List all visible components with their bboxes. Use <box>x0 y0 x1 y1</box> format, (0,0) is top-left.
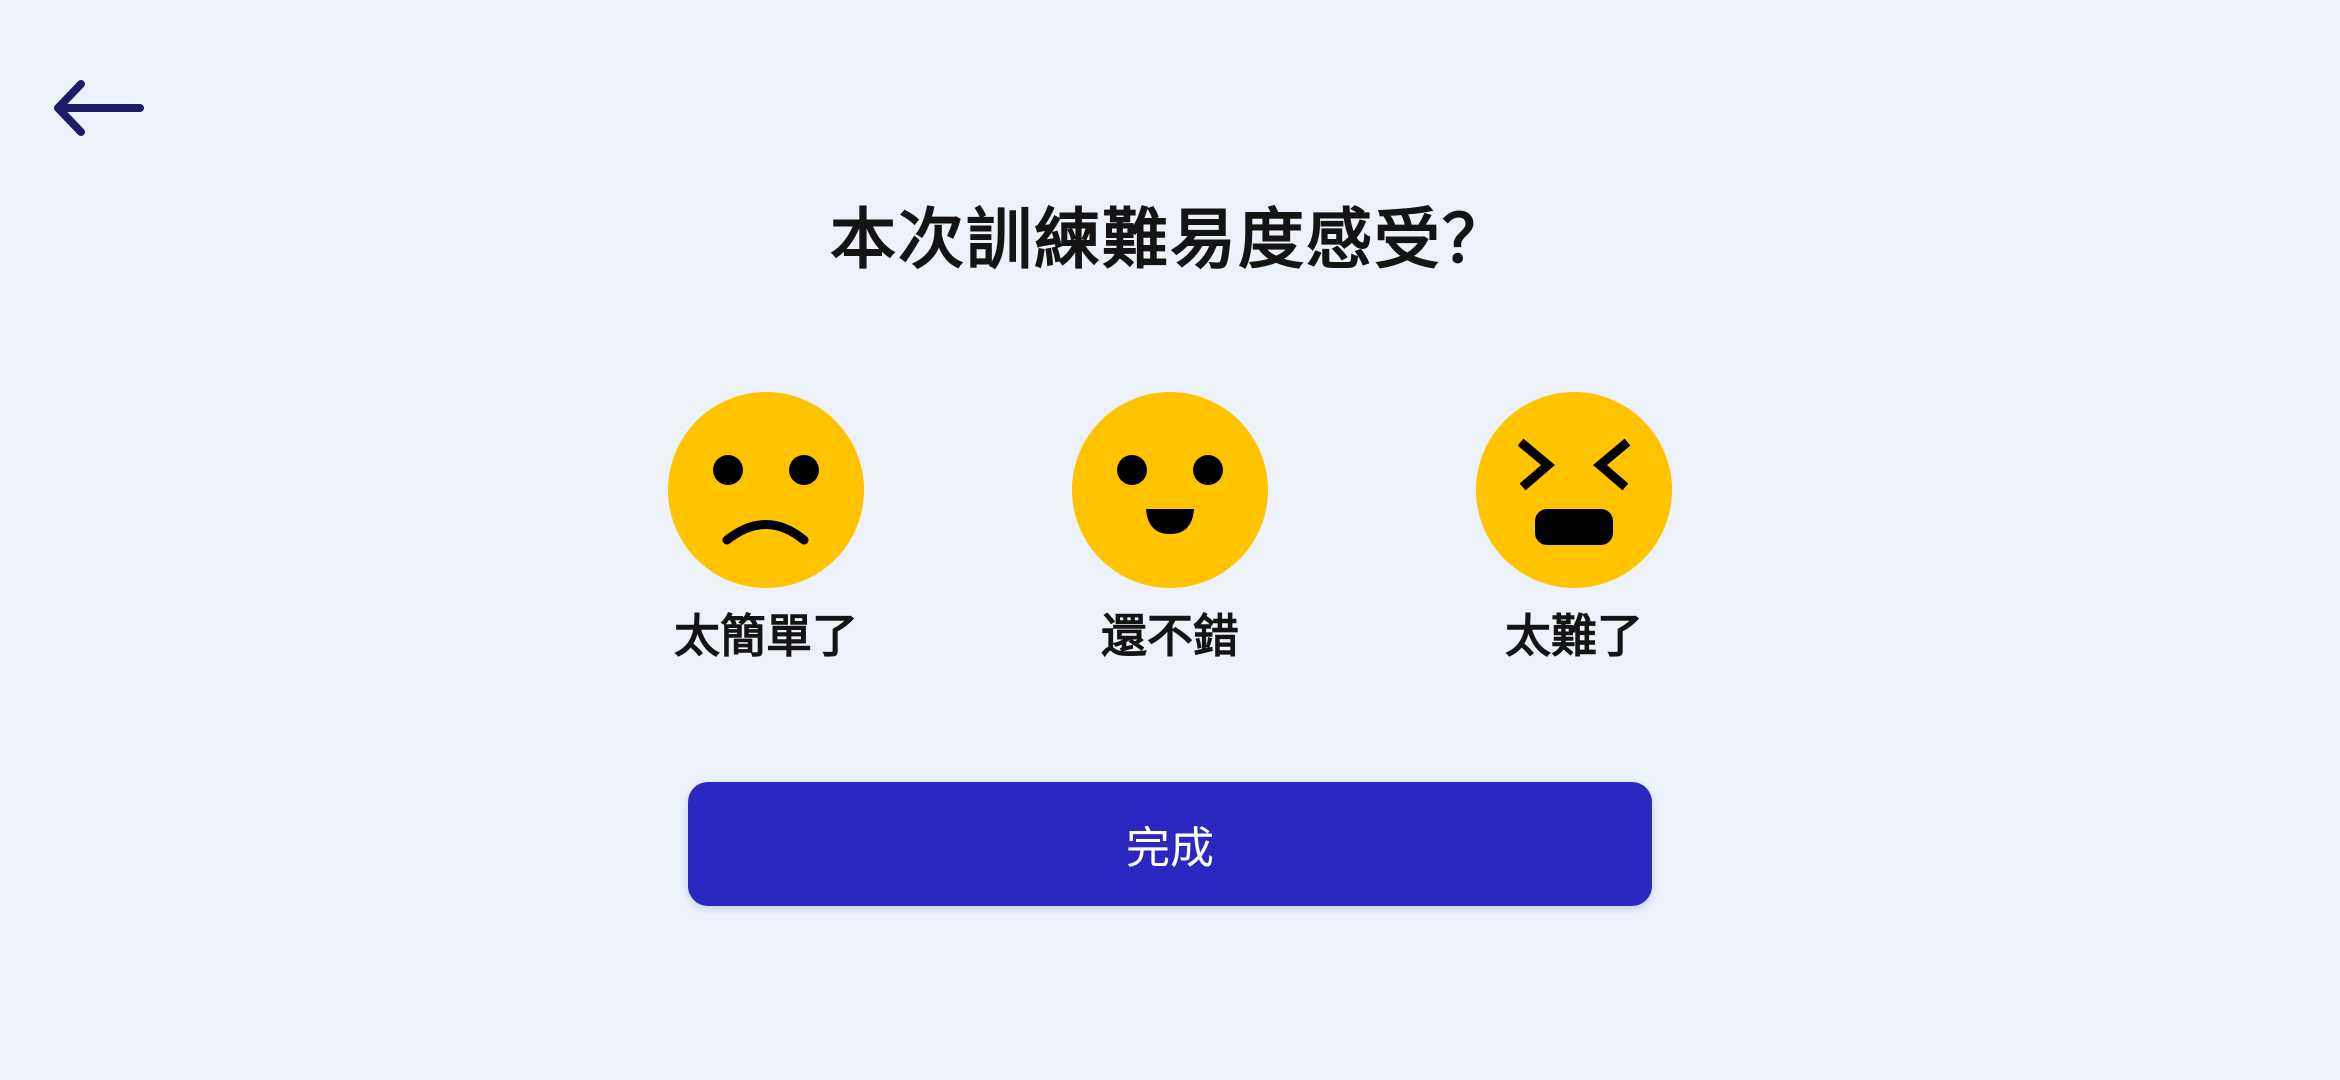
sad-face-icon <box>668 392 864 588</box>
done-button[interactable]: 完成 <box>688 782 1652 906</box>
back-button[interactable] <box>40 70 160 146</box>
page-title: 本次訓練難易度感受？ <box>830 201 1510 278</box>
option-label: 還不錯 <box>1101 609 1239 663</box>
option-label: 太簡單了 <box>674 609 858 663</box>
option-label: 太難了 <box>1505 609 1643 663</box>
option-too-easy[interactable]: 太簡單了 <box>641 392 891 668</box>
option-too-hard[interactable]: 太難了 <box>1449 392 1699 668</box>
struggling-face-icon <box>1476 392 1672 588</box>
difficulty-options: 太簡單了 還不錯 太難了 <box>0 392 2340 682</box>
happy-face-icon <box>1072 392 1268 588</box>
option-not-bad[interactable]: 還不錯 <box>1045 392 1295 668</box>
arrow-left-icon <box>54 80 144 136</box>
